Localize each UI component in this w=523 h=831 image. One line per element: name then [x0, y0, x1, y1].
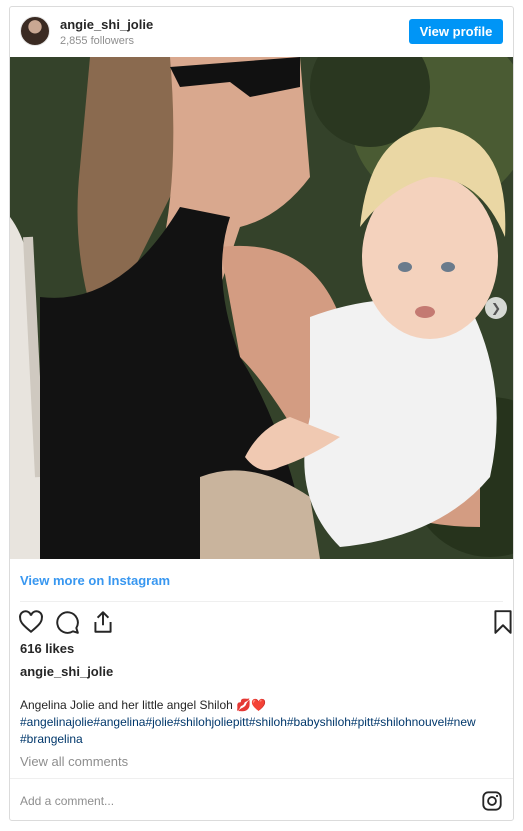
photo-illustration — [10, 57, 513, 559]
view-more-link[interactable]: View more on Instagram — [20, 573, 170, 588]
share-icon[interactable] — [90, 609, 116, 635]
divider — [20, 601, 503, 602]
instagram-icon[interactable] — [481, 790, 503, 812]
carousel-next-button[interactable]: ❯ — [485, 297, 507, 319]
caption-line: Angelina Jolie and her little angel Shil… — [20, 697, 513, 714]
comment-icon[interactable] — [54, 609, 80, 635]
header-username[interactable]: angie_shi_jolie — [60, 17, 153, 32]
action-bar — [18, 609, 512, 637]
owner-username[interactable]: angie_shi_jolie — [20, 664, 113, 679]
divider — [10, 778, 513, 779]
hashtags[interactable]: #angelinajolie#angelina#jolie#shilohjoli… — [20, 714, 513, 731]
likes-count[interactable]: 616 likes — [20, 641, 74, 656]
hashtags[interactable]: #brangelina — [20, 731, 513, 748]
view-all-comments-link[interactable]: View all comments — [20, 754, 128, 769]
comment-input[interactable] — [20, 791, 460, 811]
view-profile-button[interactable]: View profile — [409, 19, 503, 44]
bookmark-icon[interactable] — [490, 609, 514, 635]
caption-text: Angelina Jolie and her little angel Shil… — [20, 698, 233, 712]
instagram-embed-card: angie_shi_jolie 2,855 followers View pro… — [9, 6, 514, 821]
post-photo[interactable]: ❯ — [10, 57, 513, 559]
followers-count: 2,855 followers — [60, 35, 134, 47]
chevron-right-icon: ❯ — [490, 301, 502, 315]
avatar[interactable] — [20, 16, 50, 46]
caption-emoji: 💋❤️ — [236, 698, 267, 712]
post-header: angie_shi_jolie 2,855 followers View pro… — [10, 7, 513, 57]
heart-icon[interactable] — [18, 609, 44, 635]
caption: Angelina Jolie and her little angel Shil… — [20, 697, 513, 748]
